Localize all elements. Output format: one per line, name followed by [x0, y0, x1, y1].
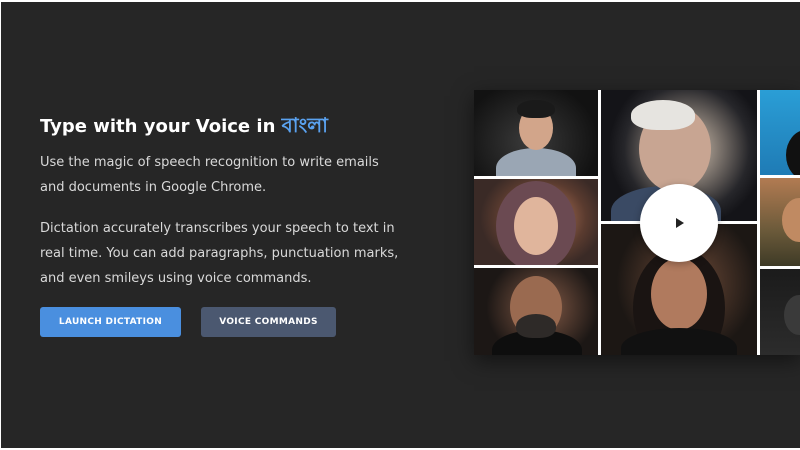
hero-title-language: বাংলা	[281, 113, 328, 137]
tile-1-hair	[517, 100, 555, 118]
tile-3-beard	[516, 314, 556, 338]
hero-description-1: Use the magic of speech recognition to w…	[40, 155, 379, 195]
video-tile-3	[474, 268, 598, 355]
page: Type with your Voice in বাংলা Use the ma…	[0, 0, 800, 450]
video-tile-1	[474, 90, 598, 176]
tile-6-figure	[786, 130, 800, 175]
video-tile-7	[760, 178, 800, 266]
hero-title: Type with your Voice in বাংলা	[40, 112, 328, 140]
play-button[interactable]	[640, 184, 718, 262]
video-preview[interactable]	[474, 90, 800, 355]
video-tile-2	[474, 179, 598, 265]
tile-5-face	[651, 258, 707, 330]
play-icon	[676, 218, 684, 228]
video-tile-6	[760, 90, 800, 175]
hero-title-prefix: Type with your Voice in	[40, 116, 282, 137]
video-tile-8	[760, 269, 800, 355]
voice-commands-button[interactable]: VOICE COMMANDS	[201, 307, 336, 337]
launch-dictation-button[interactable]: LAUNCH DICTATION	[40, 307, 181, 337]
tile-2-face	[514, 197, 558, 255]
hero-section: Type with your Voice in বাংলা Use the ma…	[1, 2, 800, 448]
tile-7-face	[782, 198, 800, 242]
tile-4-hair	[631, 100, 695, 130]
hero-description-2: Dictation accurately transcribes your sp…	[40, 221, 399, 286]
tile-8-figure	[784, 295, 800, 335]
tile-1-shoulders	[496, 148, 576, 176]
